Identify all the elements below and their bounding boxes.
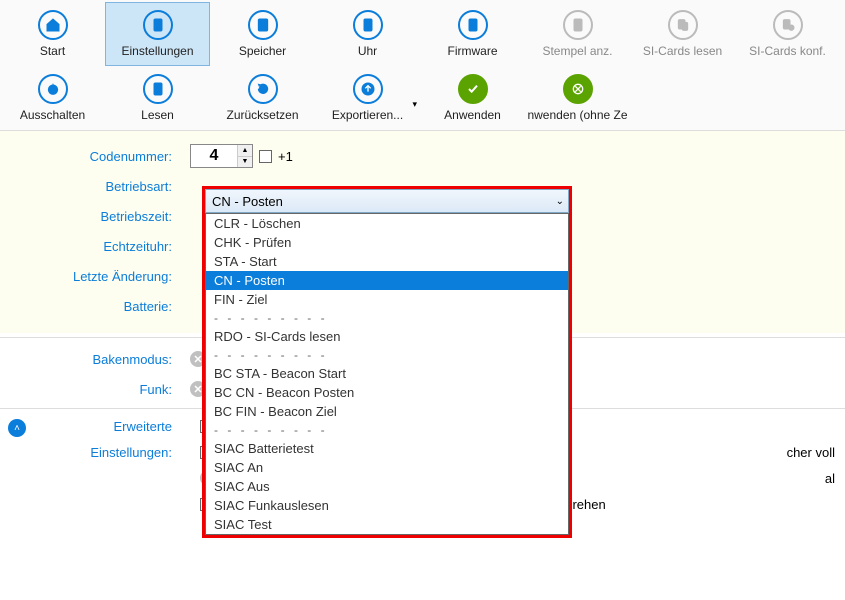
card-icon	[143, 10, 173, 40]
toolbar-settings[interactable]: Einstellungen	[105, 2, 210, 66]
toolbar-sicards-read-label: SI-Cards lesen	[643, 44, 722, 58]
combo-separator: - - - - - - - - -	[206, 309, 568, 327]
toolbar-stamps-label: Stempel anz.	[542, 44, 612, 58]
echtzeituhr-label: Echtzeituhr:	[10, 239, 190, 254]
combo-option[interactable]: CLR - Löschen	[206, 214, 568, 233]
toolbar-storage[interactable]: Speicher	[210, 2, 315, 66]
combo-option[interactable]: BC FIN - Beacon Ziel	[206, 402, 568, 421]
batterie-label: Batterie:	[10, 299, 190, 314]
toolbar-start[interactable]: Start	[0, 2, 105, 66]
chevron-down-icon: ⌄	[556, 196, 564, 207]
toolbar-export-label: Exportieren...	[332, 108, 403, 122]
combo-separator: - - - - - - - - -	[206, 421, 568, 439]
plus1-label: +1	[278, 149, 293, 164]
download-icon	[458, 10, 488, 40]
advanced-label-2: Einstellungen:	[90, 445, 172, 460]
toolbar-apply-label: Anwenden	[444, 108, 501, 122]
toolbar-start-label: Start	[40, 44, 65, 58]
toolbar-poweroff-label: Ausschalten	[20, 108, 85, 122]
betriebsart-label: Betriebsart:	[10, 179, 190, 194]
codenummer-spinner[interactable]: ▲ ▼	[190, 144, 253, 168]
toolbar-firmware-label: Firmware	[448, 44, 498, 58]
toolbar-sicards-conf: SI-Cards konf.	[735, 2, 840, 66]
clockcard-icon	[353, 10, 383, 40]
toolbar-storage-label: Speicher	[239, 44, 286, 58]
combo-option[interactable]: BC STA - Beacon Start	[206, 364, 568, 383]
spinner-up[interactable]: ▲	[238, 145, 252, 157]
toolbar-apply-noze-label: nwenden (ohne Ze	[527, 108, 627, 122]
toolbar-clock-label: Uhr	[358, 44, 377, 58]
combo-option[interactable]: SIAC Batterietest	[206, 439, 568, 458]
betriebszeit-label: Betriebszeit:	[10, 209, 190, 224]
funk-label: Funk:	[10, 382, 190, 397]
adv-right-4: al	[825, 471, 835, 486]
toolbar-clock[interactable]: Uhr	[315, 2, 420, 66]
power-icon	[38, 74, 68, 104]
toolbar-firmware[interactable]: Firmware	[420, 2, 525, 66]
reset-icon	[248, 74, 278, 104]
cardconf-icon	[773, 10, 803, 40]
combo-option[interactable]: SIAC Test	[206, 515, 568, 534]
storage-icon	[248, 10, 278, 40]
bakenmodus-label: Bakenmodus:	[10, 352, 190, 367]
combo-option[interactable]: SIAC An	[206, 458, 568, 477]
betriebsart-select[interactable]: CN - Posten ⌄	[205, 189, 569, 213]
main-toolbar: Start Einstellungen Speicher Uhr Firmware Ste…	[0, 0, 845, 131]
combo-separator: - - - - - - - - -	[206, 346, 568, 364]
advanced-label-1: Erweiterte	[113, 419, 172, 434]
plus1-checkbox[interactable]	[259, 150, 272, 163]
adv-right-3: cher voll	[787, 445, 835, 460]
toolbar-stamps: Stempel anz.	[525, 2, 630, 66]
betriebsart-selected-value: CN - Posten	[212, 194, 283, 209]
codenummer-input[interactable]	[191, 145, 237, 167]
caret-down-icon: ▾	[412, 99, 417, 110]
combo-option[interactable]: CN - Posten	[206, 271, 568, 290]
combo-option[interactable]: CHK - Prüfen	[206, 233, 568, 252]
toolbar-settings-label: Einstellungen	[121, 44, 193, 58]
toolbar-sicards-conf-label: SI-Cards konf.	[749, 44, 826, 58]
toolbar-read-label: Lesen	[141, 108, 174, 122]
export-icon	[353, 74, 383, 104]
codenummer-label: Codenummer:	[10, 149, 190, 164]
cardread-icon	[668, 10, 698, 40]
toolbar-read[interactable]: Lesen	[105, 66, 210, 130]
betriebsart-dropdown-list[interactable]: CLR - LöschenCHK - PrüfenSTA - StartCN -…	[205, 213, 569, 535]
clockx-icon	[563, 74, 593, 104]
combo-option[interactable]: FIN - Ziel	[206, 290, 568, 309]
stamp-icon	[563, 10, 593, 40]
combo-option[interactable]: STA - Start	[206, 252, 568, 271]
letzte-aenderung-label: Letzte Änderung:	[10, 269, 190, 284]
toolbar-reset[interactable]: Zurücksetzen	[210, 66, 315, 130]
toolbar-poweroff[interactable]: Ausschalten	[0, 66, 105, 130]
toolbar-sicards-read: SI-Cards lesen	[630, 2, 735, 66]
collapse-toggle[interactable]: ˄	[8, 419, 26, 437]
combo-option[interactable]: SIAC Funkauslesen	[206, 496, 568, 515]
card-icon	[143, 74, 173, 104]
combo-option[interactable]: RDO - SI-Cards lesen	[206, 327, 568, 346]
toolbar-reset-label: Zurücksetzen	[226, 108, 298, 122]
combo-option[interactable]: BC CN - Beacon Posten	[206, 383, 568, 402]
toolbar-apply[interactable]: Anwenden	[420, 66, 525, 130]
combo-option[interactable]: SIAC Aus	[206, 477, 568, 496]
betriebsart-combo: CN - Posten ⌄ CLR - LöschenCHK - PrüfenS…	[202, 186, 572, 538]
home-icon	[38, 10, 68, 40]
spinner-down[interactable]: ▼	[238, 157, 252, 168]
toolbar-export[interactable]: Exportieren... ▾	[315, 66, 420, 130]
check-icon	[458, 74, 488, 104]
toolbar-apply-noze[interactable]: nwenden (ohne Ze	[525, 66, 630, 130]
